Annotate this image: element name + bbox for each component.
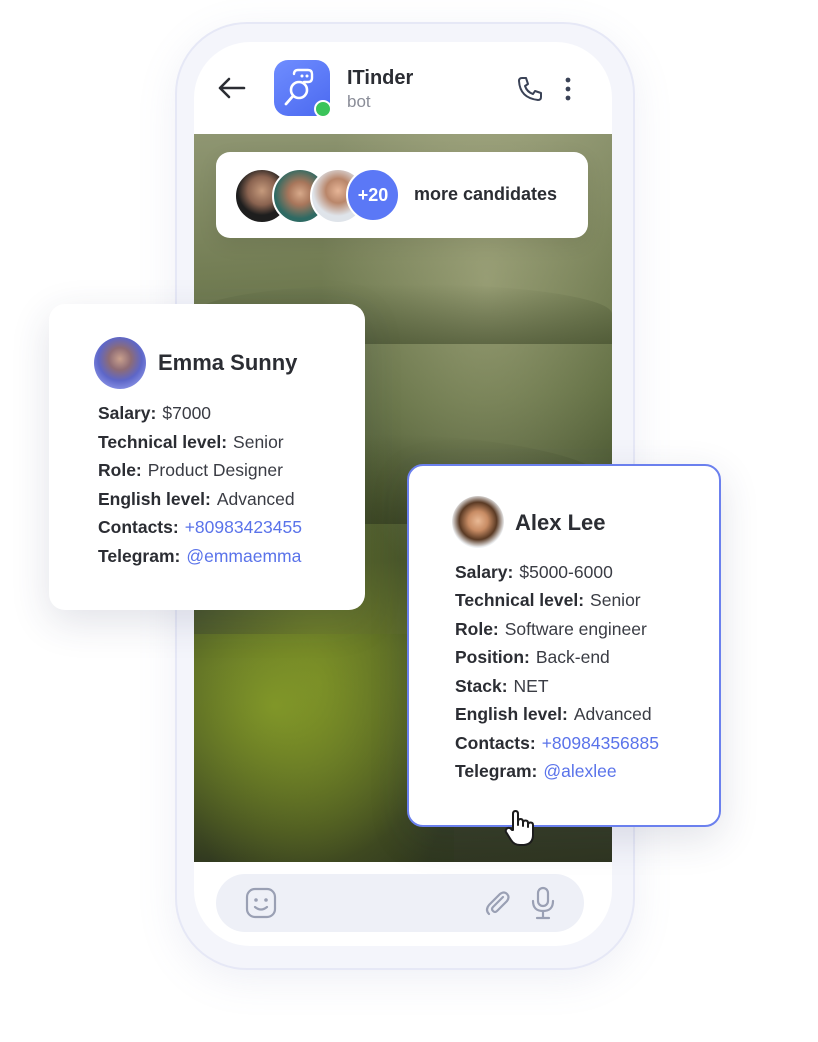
microphone-button[interactable] bbox=[530, 886, 556, 920]
info-row-english-level: English level: Advanced bbox=[455, 704, 652, 724]
info-row-contacts: Contacts: +80983423455 bbox=[98, 517, 302, 537]
info-row-technical-level: Technical level: Senior bbox=[98, 432, 284, 452]
info-row-contacts: Contacts: +80984356885 bbox=[455, 733, 659, 753]
info-row-role: Role: Product Designer bbox=[98, 460, 283, 480]
more-candidates-label: more candidates bbox=[414, 184, 558, 204]
candidate-name: Alex Lee bbox=[515, 510, 606, 535]
back-button[interactable] bbox=[214, 74, 250, 102]
emoji-icon bbox=[245, 887, 277, 919]
more-count-badge: +20 bbox=[346, 168, 400, 222]
phone-icon bbox=[518, 77, 542, 101]
hand-cursor-icon bbox=[502, 808, 538, 848]
candidate-card-emma[interactable]: Emma Sunny Salary: $7000 Technical level:… bbox=[49, 304, 365, 610]
candidate-name: Emma Sunny bbox=[158, 350, 298, 375]
call-button[interactable] bbox=[516, 75, 544, 103]
emoji-button[interactable] bbox=[244, 886, 278, 920]
info-row-telegram: Telegram: @emmaemma bbox=[98, 546, 302, 566]
paperclip-icon bbox=[485, 891, 510, 916]
info-row-salary: Salary: $5000-6000 bbox=[455, 562, 613, 582]
avatar bbox=[452, 496, 504, 548]
more-candidates-banner[interactable]: +20 more candidates bbox=[216, 152, 588, 238]
telegram-link[interactable]: @alexlee bbox=[543, 761, 616, 781]
telegram-link[interactable]: @emmaemma bbox=[186, 546, 301, 566]
bot-name: ITinder bbox=[347, 67, 414, 89]
arrow-left-icon bbox=[218, 77, 246, 99]
avatar bbox=[94, 337, 146, 389]
message-input-area bbox=[194, 862, 612, 946]
more-options-button[interactable] bbox=[560, 76, 576, 102]
info-row-english-level: English level: Advanced bbox=[98, 489, 295, 509]
phone-link[interactable]: +80983423455 bbox=[185, 517, 302, 537]
info-row-salary: Salary: $7000 bbox=[98, 403, 212, 423]
info-row-position: Position: Back-end bbox=[455, 647, 610, 667]
info-row-role: Role: Software engineer bbox=[455, 619, 647, 639]
microphone-icon bbox=[531, 886, 555, 920]
candidate-card-alex[interactable]: Alex Lee Salary: $5000-6000 Technical lev… bbox=[407, 464, 721, 827]
more-vertical-icon bbox=[565, 77, 571, 101]
info-row-stack: Stack: NET bbox=[455, 676, 549, 696]
info-row-telegram: Telegram: @alexlee bbox=[455, 761, 617, 781]
attach-button[interactable] bbox=[482, 888, 512, 918]
online-status-indicator bbox=[314, 100, 332, 118]
phone-link[interactable]: +80984356885 bbox=[542, 733, 659, 753]
info-row-technical-level: Technical level: Senior bbox=[455, 590, 641, 610]
chat-header: ITinder bot bbox=[194, 42, 612, 134]
bot-subtitle: bot bbox=[347, 92, 371, 111]
